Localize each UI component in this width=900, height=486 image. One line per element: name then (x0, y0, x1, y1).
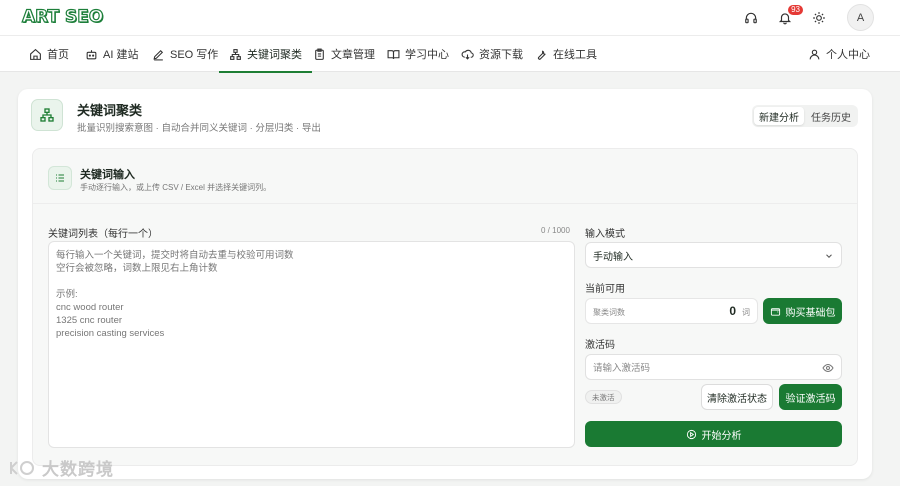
watermark-logo-icon (10, 460, 34, 475)
nav-item-downloads[interactable]: 资源下载 (461, 36, 523, 72)
tab-task-history[interactable]: 任务历史 (806, 107, 856, 125)
nav-label: 个人中心 (826, 49, 870, 61)
user-icon (809, 49, 820, 59)
nav-item-user-center[interactable]: 个人中心 (808, 36, 870, 72)
play-circle-icon (686, 429, 696, 439)
robot-icon (86, 49, 97, 59)
nav-label: SEO 写作 (170, 49, 219, 61)
nav-label: 在线工具 (553, 49, 597, 61)
book-icon (387, 49, 400, 59)
available-value: 0 (729, 304, 736, 318)
notification-badge: 93 (788, 4, 803, 15)
eye-icon[interactable] (822, 362, 834, 374)
buy-basic-pack-button[interactable]: 购买基础包 (763, 298, 842, 324)
activation-code-input[interactable]: 请输入激活码 (585, 354, 842, 380)
page-subtitle: 批量识别搜索意图 · 自动合并同义关键词 · 分层归类 · 导出 (77, 123, 321, 134)
panel-subtitle: 手动逐行输入，或上传 CSV / Excel 并选择关键词列。 (80, 183, 272, 192)
chevron-down-icon (826, 254, 832, 258)
page-title: 关键词聚类 (77, 103, 143, 118)
activation-label: 激活码 (585, 340, 615, 351)
logo[interactable]: ART SEO (21, 6, 104, 27)
nav-item-keyword-cluster[interactable]: 关键词聚类 (219, 36, 312, 73)
watermark: 大数跨境 (8, 455, 114, 480)
available-label: 当前可用 (585, 284, 625, 295)
nav-label: 学习中心 (405, 49, 449, 61)
sun-icon[interactable] (809, 8, 829, 28)
keyword-count: 0 / 1000 (541, 226, 570, 235)
bell-icon[interactable]: 93 (775, 4, 803, 28)
start-analysis-button[interactable]: 开始分析 (585, 421, 842, 447)
nav-label: 首页 (47, 49, 69, 61)
cloud-download-icon (461, 49, 474, 60)
clipboard-icon (315, 48, 324, 60)
main-card: 关键词聚类 批量识别搜索意图 · 自动合并同义关键词 · 分层归类 · 导出 新… (18, 89, 872, 479)
available-field-label: 聚类词数 (593, 308, 625, 317)
pen-icon (153, 49, 164, 60)
main-nav: 首页 AI 建站 SEO 写作 关键词聚类 文章管理 学习中心 资源下载 在线工… (0, 36, 900, 73)
activation-placeholder: 请输入激活码 (593, 363, 651, 374)
verify-activation-button[interactable]: 验证激活码 (779, 384, 842, 410)
nav-item-learning[interactable]: 学习中心 (387, 36, 449, 72)
available-count-box: 聚类词数 0 词 (585, 298, 758, 324)
nav-item-ai-site[interactable]: AI 建站 (85, 36, 138, 72)
nav-label: 关键词聚类 (247, 49, 302, 61)
input-mode-label: 输入模式 (585, 229, 625, 240)
buy-button-label: 购买基础包 (785, 307, 836, 319)
top-bar: ART SEO 93 A (0, 0, 900, 36)
clear-activation-button[interactable]: 清除激活状态 (701, 384, 773, 410)
activation-status-badge: 未激活 (585, 390, 622, 404)
input-mode-value: 手动输入 (593, 251, 633, 263)
cluster-icon (230, 48, 241, 60)
available-unit: 词 (742, 308, 750, 317)
nav-label: 文章管理 (331, 49, 375, 61)
panel-title: 关键词输入 (80, 169, 135, 181)
tab-new-analysis[interactable]: 新建分析 (754, 107, 804, 125)
nav-item-tools[interactable]: 在线工具 (535, 36, 597, 72)
cluster-icon (31, 99, 63, 131)
start-analysis-label: 开始分析 (701, 430, 742, 442)
keyword-textarea[interactable]: 每行输入一个关键词，提交时将自动去重与校验可用词数 空行会被忽略，词数上限见右上… (48, 241, 575, 448)
watermark-text: 大数跨境 (42, 460, 114, 479)
input-mode-select[interactable]: 手动输入 (585, 242, 842, 268)
nav-label: 资源下载 (479, 49, 523, 61)
page-tabs: 新建分析 任务历史 (752, 105, 858, 127)
wrench-icon (537, 50, 546, 60)
nav-item-home[interactable]: 首页 (29, 36, 69, 72)
nav-item-seo-writing[interactable]: SEO 写作 (152, 36, 218, 72)
nav-item-articles[interactable]: 文章管理 (313, 36, 375, 72)
home-icon (30, 48, 41, 60)
keyword-input-panel: 关键词输入 手动逐行输入，或上传 CSV / Excel 并选择关键词列。 关键… (32, 148, 858, 466)
wallet-icon (770, 307, 780, 316)
top-actions: 93 A (741, 4, 874, 31)
avatar[interactable]: A (847, 4, 874, 31)
list-icon (48, 166, 72, 190)
headset-icon[interactable] (741, 8, 761, 28)
settings-column: 输入模式 手动输入 当前可用 聚类词数 0 词 购买基础包 激活码 请输入激活码… (585, 149, 845, 465)
nav-label: AI 建站 (103, 49, 139, 61)
keyword-list-label: 关键词列表（每行一个） (48, 229, 158, 240)
